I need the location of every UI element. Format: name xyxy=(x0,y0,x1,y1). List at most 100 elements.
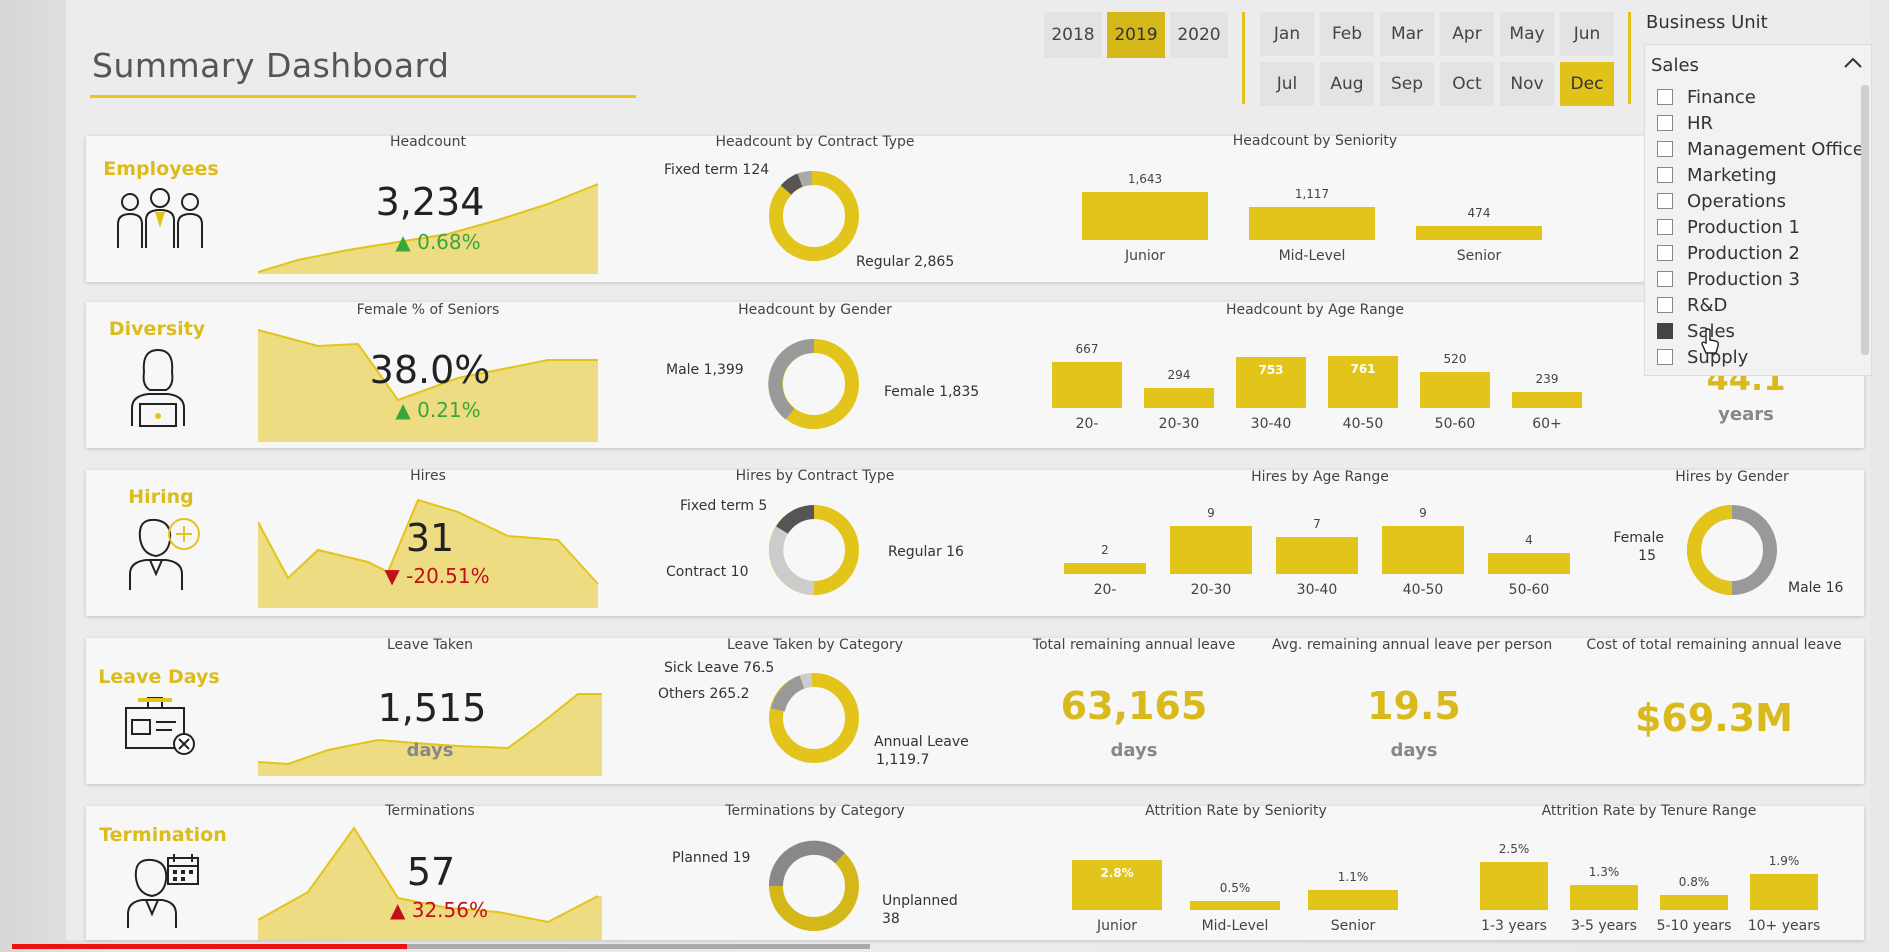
bar[interactable] xyxy=(1660,894,1728,910)
bar[interactable] xyxy=(1052,362,1122,408)
bar[interactable] xyxy=(1308,890,1398,910)
business-unit-option[interactable]: Management Office xyxy=(1657,139,1864,163)
checkbox[interactable] xyxy=(1657,219,1673,235)
bar[interactable] xyxy=(1144,387,1214,408)
business-unit-option[interactable]: HR xyxy=(1657,113,1713,137)
bar[interactable] xyxy=(1190,901,1280,910)
checkbox[interactable] xyxy=(1657,245,1673,261)
month-dec-button[interactable]: Dec xyxy=(1560,62,1614,106)
month-jun-button[interactable]: Jun xyxy=(1560,12,1614,56)
checkbox[interactable] xyxy=(1657,323,1673,339)
year-2019-button[interactable]: 2019 xyxy=(1107,12,1165,58)
business-unit-option[interactable]: Operations xyxy=(1657,191,1786,215)
terminations-title: Terminations xyxy=(385,803,475,819)
bar-value-label: 1.3% xyxy=(1588,865,1620,880)
bar[interactable] xyxy=(1249,207,1375,240)
business-unit-dropdown[interactable]: Sales Finance HR Management Office Marketin… xyxy=(1644,44,1872,376)
video-progress-fill[interactable] xyxy=(12,944,407,949)
gender-title: Headcount by Gender xyxy=(738,302,892,318)
term-category-title: Terminations by Category xyxy=(725,803,905,819)
checkbox[interactable] xyxy=(1657,115,1673,131)
bar[interactable] xyxy=(1512,391,1582,408)
business-unit-scrollbar[interactable] xyxy=(1861,85,1869,355)
bar-value-label: 294 xyxy=(1167,367,1191,382)
hires-delta: ▼ -20.51% xyxy=(384,564,490,588)
checkbox[interactable] xyxy=(1657,349,1673,365)
checkbox[interactable] xyxy=(1657,141,1673,157)
month-jul-button[interactable]: Jul xyxy=(1260,62,1314,106)
term-unplanned-label: Unplanned xyxy=(882,893,958,909)
leave-annual-label: Annual Leave xyxy=(874,734,969,750)
bar-category-label: 50-60 xyxy=(1508,582,1550,598)
bar[interactable] xyxy=(1382,526,1464,574)
bar[interactable] xyxy=(1416,226,1542,240)
contract-type-title: Headcount by Contract Type xyxy=(715,134,915,150)
up-arrow-icon: ▲ xyxy=(395,398,411,422)
bar-value-label: 0.8% xyxy=(1678,874,1710,889)
bar-category-label: 20-30 xyxy=(1190,582,1232,598)
business-unit-selected[interactable]: Sales xyxy=(1651,55,1699,76)
business-unit-option[interactable]: Production 3 xyxy=(1657,269,1800,293)
business-unit-option[interactable]: Finance xyxy=(1657,87,1756,111)
business-unit-option[interactable]: R&D xyxy=(1657,295,1727,319)
age-range-title: Headcount by Age Range xyxy=(1225,302,1405,318)
leave-taken-unit: days xyxy=(406,740,454,761)
headcount-delta: ▲ 0.68% xyxy=(395,230,481,254)
checkbox[interactable] xyxy=(1657,89,1673,105)
woman-laptop-icon xyxy=(131,348,185,427)
seniority-title: Headcount by Seniority xyxy=(1232,133,1398,149)
bar-category-label: Mid-Level xyxy=(1278,248,1346,264)
business-unit-option[interactable]: Sales xyxy=(1657,321,1735,345)
month-jan-button[interactable]: Jan xyxy=(1260,12,1314,56)
bar[interactable] xyxy=(1750,873,1818,910)
bar-category-label: Mid-Level xyxy=(1201,918,1269,934)
month-nov-button[interactable]: Nov xyxy=(1500,62,1554,106)
bar[interactable] xyxy=(1276,536,1358,574)
month-feb-button[interactable]: Feb xyxy=(1320,12,1374,56)
month-oct-button[interactable]: Oct xyxy=(1440,62,1494,106)
business-unit-option[interactable]: Marketing xyxy=(1657,165,1777,189)
bar[interactable] xyxy=(1064,563,1146,574)
leave-cost-title: Cost of total remaining annual leave xyxy=(1586,637,1842,653)
month-sep-button[interactable]: Sep xyxy=(1380,62,1434,106)
bar[interactable] xyxy=(1420,372,1490,408)
month-mar-button[interactable]: Mar xyxy=(1380,12,1434,56)
remaining-leave-title: Total remaining annual leave xyxy=(1032,637,1236,653)
business-unit-option[interactable]: Production 2 xyxy=(1657,243,1800,267)
month-aug-button[interactable]: Aug xyxy=(1320,62,1374,106)
checkbox[interactable] xyxy=(1657,193,1673,209)
bar-category-label: 30-40 xyxy=(1296,582,1338,598)
term-unplanned-value: 38 xyxy=(882,911,900,927)
year-2018-button[interactable]: 2018 xyxy=(1044,12,1102,58)
checkbox[interactable] xyxy=(1657,271,1673,287)
business-unit-option[interactable]: Production 1 xyxy=(1657,217,1800,241)
gender-male-label: Male 1,399 xyxy=(666,362,744,378)
month-apr-button[interactable]: Apr xyxy=(1440,12,1494,56)
bar-value-label: 1.9% xyxy=(1768,853,1800,868)
terminations-value: 57 xyxy=(406,850,456,894)
partial-kpi-unit: years xyxy=(1718,404,1774,425)
terminations-delta: ▲ 32.56% xyxy=(389,898,488,922)
hires-title: Hires xyxy=(410,468,446,484)
bar[interactable] xyxy=(1082,192,1208,240)
bar-category-label: Junior xyxy=(1124,248,1166,264)
term-category-donut xyxy=(768,840,859,931)
bar[interactable] xyxy=(1488,552,1570,574)
checkbox[interactable] xyxy=(1657,167,1673,183)
year-2020-button[interactable]: 2020 xyxy=(1170,12,1228,58)
page-title: Summary Dashboard xyxy=(92,46,450,85)
hires-regular-label: Regular 16 xyxy=(888,544,964,560)
term-planned-label: Planned 19 xyxy=(672,850,751,866)
option-label: Operations xyxy=(1687,191,1786,212)
hires-female-label: Female xyxy=(1613,530,1664,546)
id-card-cancel-icon xyxy=(125,697,195,755)
bar[interactable] xyxy=(1570,885,1638,910)
option-label: Finance xyxy=(1687,87,1756,108)
bar[interactable] xyxy=(1480,862,1548,910)
month-may-button[interactable]: May xyxy=(1500,12,1554,56)
chevron-up-icon[interactable] xyxy=(1843,55,1863,71)
bar[interactable] xyxy=(1170,526,1252,574)
checkbox[interactable] xyxy=(1657,297,1673,313)
avg-leave-value: 19.5 xyxy=(1367,684,1461,728)
hires-gender-title: Hires by Gender xyxy=(1675,469,1789,485)
